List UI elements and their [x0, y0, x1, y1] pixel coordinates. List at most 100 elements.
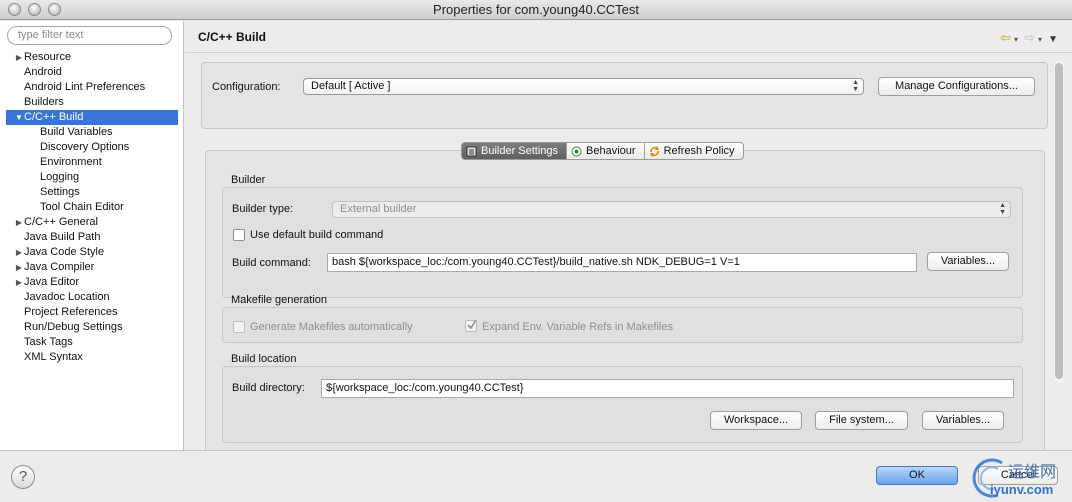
generate-makefiles-label: Generate Makefiles automatically	[250, 321, 413, 333]
sidebar-item-resource[interactable]: ▶ Resource	[0, 50, 184, 65]
location-variables-button[interactable]: Variables...	[922, 411, 1004, 430]
build-directory-input[interactable]: ${workspace_loc:/com.young40.CCTest}	[321, 379, 1014, 398]
collapsed-triangle-icon[interactable]: ▶	[14, 260, 24, 275]
title-bar: Properties for com.young40.CCTest	[0, 0, 1072, 20]
sidebar-item-discovery-options[interactable]: Discovery Options	[0, 140, 184, 155]
expand-env-refs-label: Expand Env. Variable Refs in Makefiles	[482, 321, 673, 333]
build-location-group: Build directory: ${workspace_loc:/com.yo…	[222, 366, 1023, 443]
builder-group-label: Builder	[231, 174, 266, 186]
sidebar-item-logging[interactable]: Logging	[0, 170, 184, 185]
forward-arrow-icon[interactable]: ⇨	[1024, 30, 1035, 45]
tab-refresh-policy[interactable]: Refresh Policy	[645, 143, 743, 159]
behaviour-icon	[571, 146, 582, 157]
sidebar-item-android[interactable]: Android	[0, 65, 184, 80]
sidebar-item-label: Javadoc Location	[24, 291, 110, 303]
tab-label: Builder Settings	[481, 145, 559, 157]
scrollbar[interactable]	[1054, 61, 1064, 383]
builder-type-select[interactable]: External builder ▲ ▼	[332, 201, 1011, 218]
sidebar-item-java-compiler[interactable]: ▶ Java Compiler	[0, 260, 184, 275]
sidebar-item-label: Discovery Options	[40, 141, 130, 153]
sidebar-item-tool-chain-editor[interactable]: Tool Chain Editor	[0, 200, 184, 215]
back-arrow-icon[interactable]: ⇦	[1000, 30, 1011, 45]
window-title: Properties for com.young40.CCTest	[433, 2, 639, 17]
sidebar-item-label: Project References	[24, 306, 118, 318]
sidebar-item-label: Java Code Style	[24, 246, 105, 258]
sidebar-item-label: XML Syntax	[24, 351, 83, 363]
sidebar-item-label: C/C++ Build	[24, 111, 84, 123]
category-tree: ▶ Resource Android Android Lint Preferences…	[0, 50, 184, 365]
build-directory-label: Build directory:	[232, 382, 305, 394]
collapsed-triangle-icon[interactable]: ▶	[14, 245, 24, 260]
sidebar-item-label: Environment	[40, 156, 102, 168]
sidebar-item-java-code-style[interactable]: ▶ Java Code Style	[0, 245, 184, 260]
select-arrows-icon: ▲ ▼	[852, 79, 859, 93]
use-default-command-checkbox[interactable]	[233, 229, 245, 241]
makefile-group: Generate Makefiles automatically Expand …	[222, 307, 1023, 343]
expand-env-refs-checkbox[interactable]	[465, 319, 477, 332]
sidebar-item-task-tags[interactable]: Task Tags	[0, 335, 184, 350]
sidebar-item-builders[interactable]: Builders	[0, 95, 184, 110]
sidebar-item-project-references[interactable]: Project References	[0, 305, 184, 320]
expanded-triangle-icon[interactable]: ▼	[14, 110, 24, 125]
view-menu-icon[interactable]: ▼	[1048, 34, 1058, 45]
sidebar-item-java-build-path[interactable]: Java Build Path	[0, 230, 184, 245]
sidebar-item-run-debug-settings[interactable]: Run/Debug Settings	[0, 320, 184, 335]
refresh-policy-icon	[649, 145, 660, 157]
watermark-url-text: iyunv.com	[990, 482, 1054, 497]
builder-variables-button[interactable]: Variables...	[927, 252, 1009, 271]
sidebar-item-c-c-build[interactable]: ▼ C/C++ Build	[6, 110, 178, 125]
ok-button[interactable]: OK	[876, 466, 958, 485]
sidebar-item-javadoc-location[interactable]: Javadoc Location	[0, 290, 184, 305]
builder-group: Builder type: External builder ▲ ▼ Use de…	[222, 187, 1023, 298]
build-command-label: Build command:	[232, 257, 311, 269]
workspace-button[interactable]: Workspace...	[710, 411, 802, 430]
dialog-footer: ? OK Cancel 运维网 iyunv.com	[0, 450, 1072, 502]
sidebar-item-label: Logging	[40, 171, 80, 183]
makefile-group-label: Makefile generation	[231, 294, 328, 306]
checkmark-icon	[467, 319, 477, 330]
build-command-input[interactable]: bash ${workspace_loc:/com.young40.CCTest…	[327, 253, 917, 272]
sidebar-item-settings[interactable]: Settings	[0, 185, 184, 200]
collapsed-triangle-icon[interactable]: ▶	[14, 215, 24, 230]
sidebar-item-label: C/C++ General	[24, 216, 98, 228]
watermark-logo: 运维网 iyunv.com	[968, 455, 1072, 501]
header-separator	[185, 52, 1072, 53]
forward-dropdown-icon[interactable]: ▾	[1038, 35, 1042, 44]
scrollbar-thumb[interactable]	[1055, 63, 1063, 379]
page-title: C/C++ Build	[198, 30, 267, 44]
configuration-value: Default [ Active ]	[311, 80, 391, 92]
tab-label: Behaviour	[586, 145, 636, 157]
sidebar-item-label: Build Variables	[40, 126, 113, 138]
tab-builder-settings[interactable]: Builder Settings	[462, 143, 568, 159]
sidebar-item-android-lint-preferences[interactable]: Android Lint Preferences	[0, 80, 184, 95]
builder-type-value: External builder	[340, 203, 417, 215]
sidebar-item-java-editor[interactable]: ▶ Java Editor	[0, 275, 184, 290]
tab-behaviour[interactable]: Behaviour	[567, 143, 645, 159]
sidebar-item-label: Builders	[24, 96, 64, 108]
sidebar: type filter text ▶ Resource Android Android…	[0, 21, 184, 450]
use-default-command-label: Use default build command	[250, 229, 384, 241]
configuration-group: Configuration: Default [ Active ] ▲ ▼ Man…	[201, 62, 1048, 129]
sidebar-item-build-variables[interactable]: Build Variables	[0, 125, 184, 140]
tab-label: Refresh Policy	[663, 145, 735, 157]
sidebar-item-environment[interactable]: Environment	[0, 155, 184, 170]
sidebar-item-label: Settings	[40, 186, 80, 198]
configuration-select[interactable]: Default [ Active ] ▲ ▼	[303, 78, 864, 95]
back-dropdown-icon[interactable]: ▾	[1014, 35, 1018, 44]
generate-makefiles-checkbox[interactable]	[233, 321, 245, 333]
sidebar-item-label: Android	[24, 66, 62, 78]
select-arrows-icon: ▲ ▼	[999, 202, 1006, 216]
main-panel: C/C++ Build ⇦ ▾ ⇨ ▾ ▼ Configuration: Defau…	[185, 21, 1072, 450]
watermark-chinese-text: 运维网	[1008, 464, 1057, 481]
manage-configurations-button[interactable]: Manage Configurations...	[878, 77, 1035, 96]
sidebar-item-xml-syntax[interactable]: XML Syntax	[0, 350, 184, 365]
file-system-button[interactable]: File system...	[815, 411, 908, 430]
collapsed-triangle-icon[interactable]: ▶	[14, 275, 24, 290]
sidebar-item-c-c-general[interactable]: ▶ C/C++ General	[0, 215, 184, 230]
help-button[interactable]: ?	[11, 465, 35, 489]
builder-type-label: Builder type:	[232, 203, 294, 215]
sidebar-item-label: Java Compiler	[24, 261, 95, 273]
filter-input[interactable]: type filter text	[7, 26, 172, 45]
collapsed-triangle-icon[interactable]: ▶	[14, 50, 24, 65]
sidebar-item-label: Tool Chain Editor	[40, 201, 124, 213]
